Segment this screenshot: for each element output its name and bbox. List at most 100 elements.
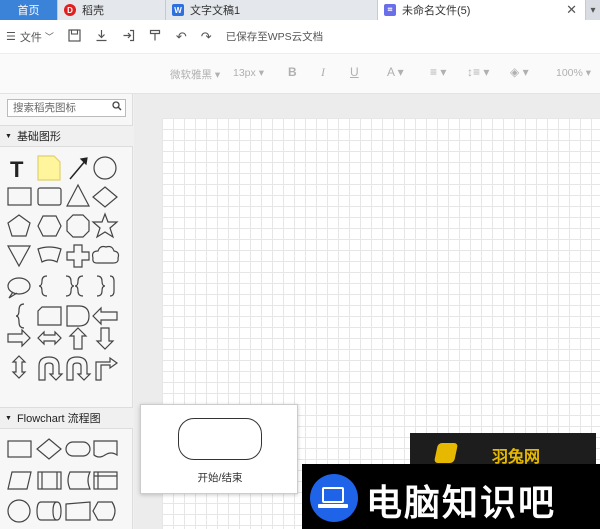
section-flowchart-label: Flowchart 流程图	[16, 413, 101, 425]
font-color-button[interactable]: A ▾	[387, 65, 404, 79]
tab-active-file[interactable]: ⌗ 未命名文件(5) ✕	[378, 0, 586, 20]
tab-shell-label: 稻壳	[82, 5, 104, 17]
document-shape-icon[interactable]	[93, 440, 118, 458]
zoom-select[interactable]: 100% ▾	[556, 67, 591, 79]
file-menu-button[interactable]: ☰ 文件 ﹀	[6, 29, 54, 45]
rectangle-shape-icon[interactable]	[7, 187, 32, 206]
star-shape-icon[interactable]	[91, 212, 119, 239]
section-flowchart[interactable]: ▼ Flowchart 流程图	[0, 407, 133, 429]
tab-shell[interactable]: D 稻壳	[58, 0, 166, 20]
tab-active-file-label: 未命名文件(5)	[402, 5, 471, 17]
redo-icon[interactable]: ↷	[201, 29, 212, 45]
italic-button[interactable]: I	[321, 65, 325, 80]
octagon-shape-icon[interactable]	[66, 214, 90, 238]
predefined-process-icon[interactable]	[37, 471, 62, 490]
tab-document-label: 文字文稿1	[190, 5, 241, 17]
bold-button[interactable]: B	[288, 65, 297, 79]
word-doc-icon: W	[172, 4, 184, 16]
database-shape-icon[interactable]	[36, 501, 62, 521]
process-shape-icon[interactable]	[7, 440, 32, 458]
undo-icon[interactable]: ↶	[176, 29, 187, 45]
corner-arrow-icon[interactable]	[95, 356, 119, 381]
close-tab-icon[interactable]: ✕	[566, 2, 577, 18]
terminator-shape-icon[interactable]	[65, 441, 91, 457]
arrow-line-icon[interactable]	[69, 157, 88, 180]
brace-tall-icon[interactable]	[15, 303, 25, 329]
chevron-down-icon: ﹀	[44, 32, 54, 42]
site-watermark: 电脑知识吧	[302, 464, 600, 529]
brand-watermark: 羽兔网	[410, 433, 596, 467]
shape-preview-label: 开始/结束	[197, 472, 243, 484]
card-shape-icon[interactable]	[37, 306, 62, 326]
delay-shape-icon[interactable]	[66, 305, 90, 327]
basic-shapes-grid: T	[4, 152, 130, 410]
shape-search-input[interactable]: 搜索稻壳图标	[7, 99, 126, 117]
export-icon[interactable]	[122, 29, 135, 45]
data-shape-icon[interactable]	[7, 471, 32, 490]
inverted-triangle-icon[interactable]	[6, 245, 32, 268]
underline-button[interactable]: U	[350, 65, 359, 79]
arrow-right-icon[interactable]	[7, 328, 31, 348]
diamond-shape-icon[interactable]	[92, 186, 118, 208]
text-shape-icon[interactable]: T	[10, 157, 24, 182]
triangle-shape-icon[interactable]	[66, 183, 90, 207]
laptop-logo-icon	[310, 474, 358, 522]
hamburger-icon: ☰	[6, 31, 16, 43]
svg-text:T: T	[10, 157, 24, 182]
stored-data-icon[interactable]	[67, 471, 91, 490]
main-toolbar: ☰ 文件 ﹀ ↶ ↷ 已保存至WPS云文档	[0, 20, 600, 54]
display-shape-icon[interactable]	[92, 501, 116, 521]
brand-logo-icon	[433, 443, 459, 463]
arrow-left-icon[interactable]	[92, 306, 118, 326]
u-turn-arrow-alt-icon[interactable]	[66, 356, 92, 381]
font-family-select[interactable]: 微软雅黑 ▾	[170, 67, 220, 82]
cloud-shape-icon[interactable]	[91, 245, 120, 264]
zoom-value: 100%	[556, 67, 583, 79]
flowchart-file-icon: ⌗	[384, 4, 396, 16]
download-icon[interactable]	[95, 29, 108, 45]
section-basic-shapes[interactable]: ▼ 基础图形	[0, 125, 133, 147]
collapse-triangle-icon: ▼	[5, 414, 12, 422]
brace-left-icon[interactable]	[38, 275, 48, 297]
shape-search-placeholder: 搜索稻壳图标	[13, 102, 76, 114]
circle-shape-icon[interactable]	[93, 156, 117, 180]
shape-library-panel: 搜索稻壳图标 ▼ 基础图形 T ▼ Flowchart 流程图	[0, 94, 133, 529]
font-color-glyph: A	[387, 65, 395, 79]
brace-pair-icon[interactable]	[65, 275, 84, 297]
cross-shape-icon[interactable]	[66, 244, 90, 268]
brace-right-icon[interactable]	[96, 275, 115, 297]
u-turn-arrow-icon[interactable]	[38, 356, 64, 381]
saved-status-text: 已保存至WPS云文档	[225, 31, 324, 43]
banner-shape-icon[interactable]	[37, 246, 62, 263]
speech-bubble-icon[interactable]	[7, 277, 31, 299]
line-spacing-icon[interactable]: ↕≡ ▾	[467, 65, 489, 79]
save-icon[interactable]	[68, 28, 81, 45]
manual-operation-icon[interactable]	[65, 501, 91, 521]
align-icon[interactable]: ≡ ▾	[430, 65, 446, 79]
connector-shape-icon[interactable]	[7, 499, 31, 523]
arrow-down-icon[interactable]	[95, 327, 115, 350]
flowchart-shapes-grid	[4, 434, 130, 529]
internal-storage-icon[interactable]	[93, 471, 118, 490]
fill-color-icon[interactable]: ◈ ▾	[510, 65, 529, 79]
font-size-value: 13px	[233, 67, 256, 79]
decision-shape-icon[interactable]	[36, 438, 62, 460]
tab-home-label: 首页	[17, 5, 40, 17]
file-menu-label: 文件	[19, 31, 42, 44]
arrow-vertical-double-icon[interactable]	[11, 355, 27, 379]
search-icon[interactable]	[112, 101, 122, 117]
arrow-up-icon[interactable]	[68, 327, 88, 350]
section-basic-label: 基础图形	[16, 131, 61, 143]
pentagon-shape-icon[interactable]	[7, 214, 31, 237]
tab-overflow-icon[interactable]: ▾	[586, 0, 600, 20]
tab-document[interactable]: W 文字文稿1	[166, 0, 378, 20]
rounded-rect-shape-icon[interactable]	[37, 187, 62, 206]
format-toolbar: 微软雅黑 ▾ 13px ▾ B I U A ▾ ≡ ▾ ↕≡ ▾ ◈ ▾ 100…	[0, 54, 600, 94]
font-family-value: 微软雅黑	[170, 69, 212, 81]
hexagon-shape-icon[interactable]	[37, 215, 62, 237]
format-painter-icon[interactable]	[149, 29, 162, 45]
sticky-note-icon[interactable]	[37, 155, 61, 181]
tab-home[interactable]: 首页	[0, 0, 58, 20]
font-size-select[interactable]: 13px ▾	[233, 67, 264, 79]
arrow-double-icon[interactable]	[37, 330, 62, 346]
